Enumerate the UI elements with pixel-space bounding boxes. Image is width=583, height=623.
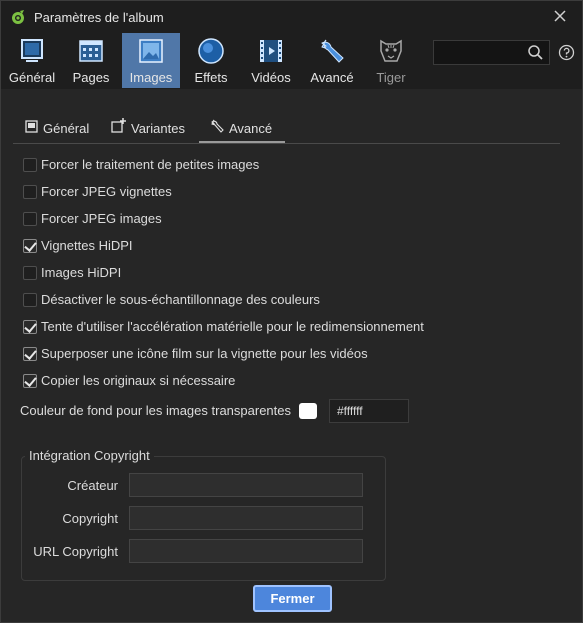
checkbox[interactable] bbox=[23, 374, 37, 388]
tab-images-label: Images bbox=[129, 70, 173, 85]
tab-general[interactable]: Général bbox=[5, 33, 59, 88]
checkbox[interactable] bbox=[23, 266, 37, 280]
tab-tiger-label: Tiger bbox=[376, 70, 406, 85]
copyright-field[interactable] bbox=[129, 506, 363, 530]
close-icon[interactable] bbox=[552, 8, 568, 24]
option-label: Vignettes HiDPI bbox=[41, 238, 133, 253]
tab-tiger[interactable]: Tiger bbox=[367, 33, 415, 88]
checkbox[interactable] bbox=[23, 158, 37, 172]
checkbox[interactable] bbox=[23, 212, 37, 226]
option-label: Forcer JPEG images bbox=[41, 211, 162, 226]
tab-effets-label: Effets bbox=[194, 70, 228, 85]
url-copyright-label: URL Copyright bbox=[33, 544, 118, 559]
pages-grid-icon bbox=[79, 40, 103, 62]
tiger-icon bbox=[380, 39, 402, 62]
album-settings-dialog: Paramètres de l'album Général Pages Imag… bbox=[0, 0, 583, 623]
tab-general-label: Général bbox=[8, 70, 56, 85]
tab-pages-label: Pages bbox=[72, 70, 110, 85]
color-swatch[interactable] bbox=[299, 403, 317, 419]
creator-label: Créateur bbox=[67, 478, 118, 493]
image-icon bbox=[139, 39, 163, 63]
tab-avance[interactable]: Avancé bbox=[305, 33, 359, 88]
monitor-icon bbox=[21, 39, 43, 62]
checkbox[interactable] bbox=[23, 320, 37, 334]
toolbar: Général Pages Images Effets Vidéos Avanc… bbox=[1, 33, 582, 89]
tab-images[interactable]: Images bbox=[122, 33, 180, 88]
option-label: Forcer JPEG vignettes bbox=[41, 184, 172, 199]
checkbox[interactable] bbox=[23, 239, 37, 253]
tab-effets[interactable]: Effets bbox=[187, 33, 235, 88]
creator-field[interactable] bbox=[129, 473, 363, 497]
option-label: Forcer le traitement de petites images bbox=[41, 157, 260, 172]
url-copyright-field[interactable] bbox=[129, 539, 363, 563]
app-logo-icon bbox=[12, 10, 24, 24]
tab-videos[interactable]: Vidéos bbox=[245, 33, 297, 88]
film-icon bbox=[260, 40, 282, 62]
tab-pages[interactable]: Pages bbox=[65, 33, 117, 88]
help-icon[interactable] bbox=[558, 44, 575, 61]
option-label: Tente d'utiliser l'accélération matériel… bbox=[41, 319, 424, 334]
close-button[interactable]: Fermer bbox=[253, 585, 332, 612]
background-color-label: Couleur de fond pour les images transpar… bbox=[20, 403, 291, 418]
checkbox[interactable] bbox=[23, 347, 37, 361]
color-hex-input[interactable] bbox=[329, 399, 409, 423]
tab-avance-label: Avancé bbox=[310, 70, 354, 85]
wrench-icon bbox=[211, 119, 224, 133]
title-bar: Paramètres de l'album bbox=[1, 1, 582, 33]
checkbox[interactable] bbox=[23, 293, 37, 307]
wrench-icon bbox=[321, 39, 344, 63]
circle-effects-icon bbox=[198, 38, 224, 64]
window-title: Paramètres de l'album bbox=[34, 10, 164, 25]
square-icon bbox=[25, 120, 38, 133]
subtab-avance[interactable]: Avancé bbox=[199, 114, 285, 143]
variants-icon bbox=[111, 118, 126, 133]
option-label: Copier les originaux si nécessaire bbox=[41, 373, 236, 388]
option-label: Désactiver le sous-échantillonnage des c… bbox=[41, 292, 320, 307]
search-icon[interactable] bbox=[527, 44, 544, 61]
subtab-general[interactable]: Général bbox=[23, 114, 103, 143]
copyright-group-title: Intégration Copyright bbox=[25, 448, 154, 463]
option-label: Images HiDPI bbox=[41, 265, 122, 280]
option-label: Superposer une icône film sur la vignett… bbox=[41, 346, 368, 361]
subtab-variantes[interactable]: Variantes bbox=[111, 114, 191, 143]
tab-videos-label: Vidéos bbox=[251, 70, 291, 85]
subtab-bar: Général Variantes Avancé bbox=[13, 114, 560, 144]
subtab-variantes-label: Variantes bbox=[131, 121, 185, 136]
copyright-label: Copyright bbox=[62, 511, 118, 526]
checkbox[interactable] bbox=[23, 185, 37, 199]
subtab-avance-label: Avancé bbox=[229, 121, 273, 136]
subtab-general-label: Général bbox=[43, 121, 90, 136]
